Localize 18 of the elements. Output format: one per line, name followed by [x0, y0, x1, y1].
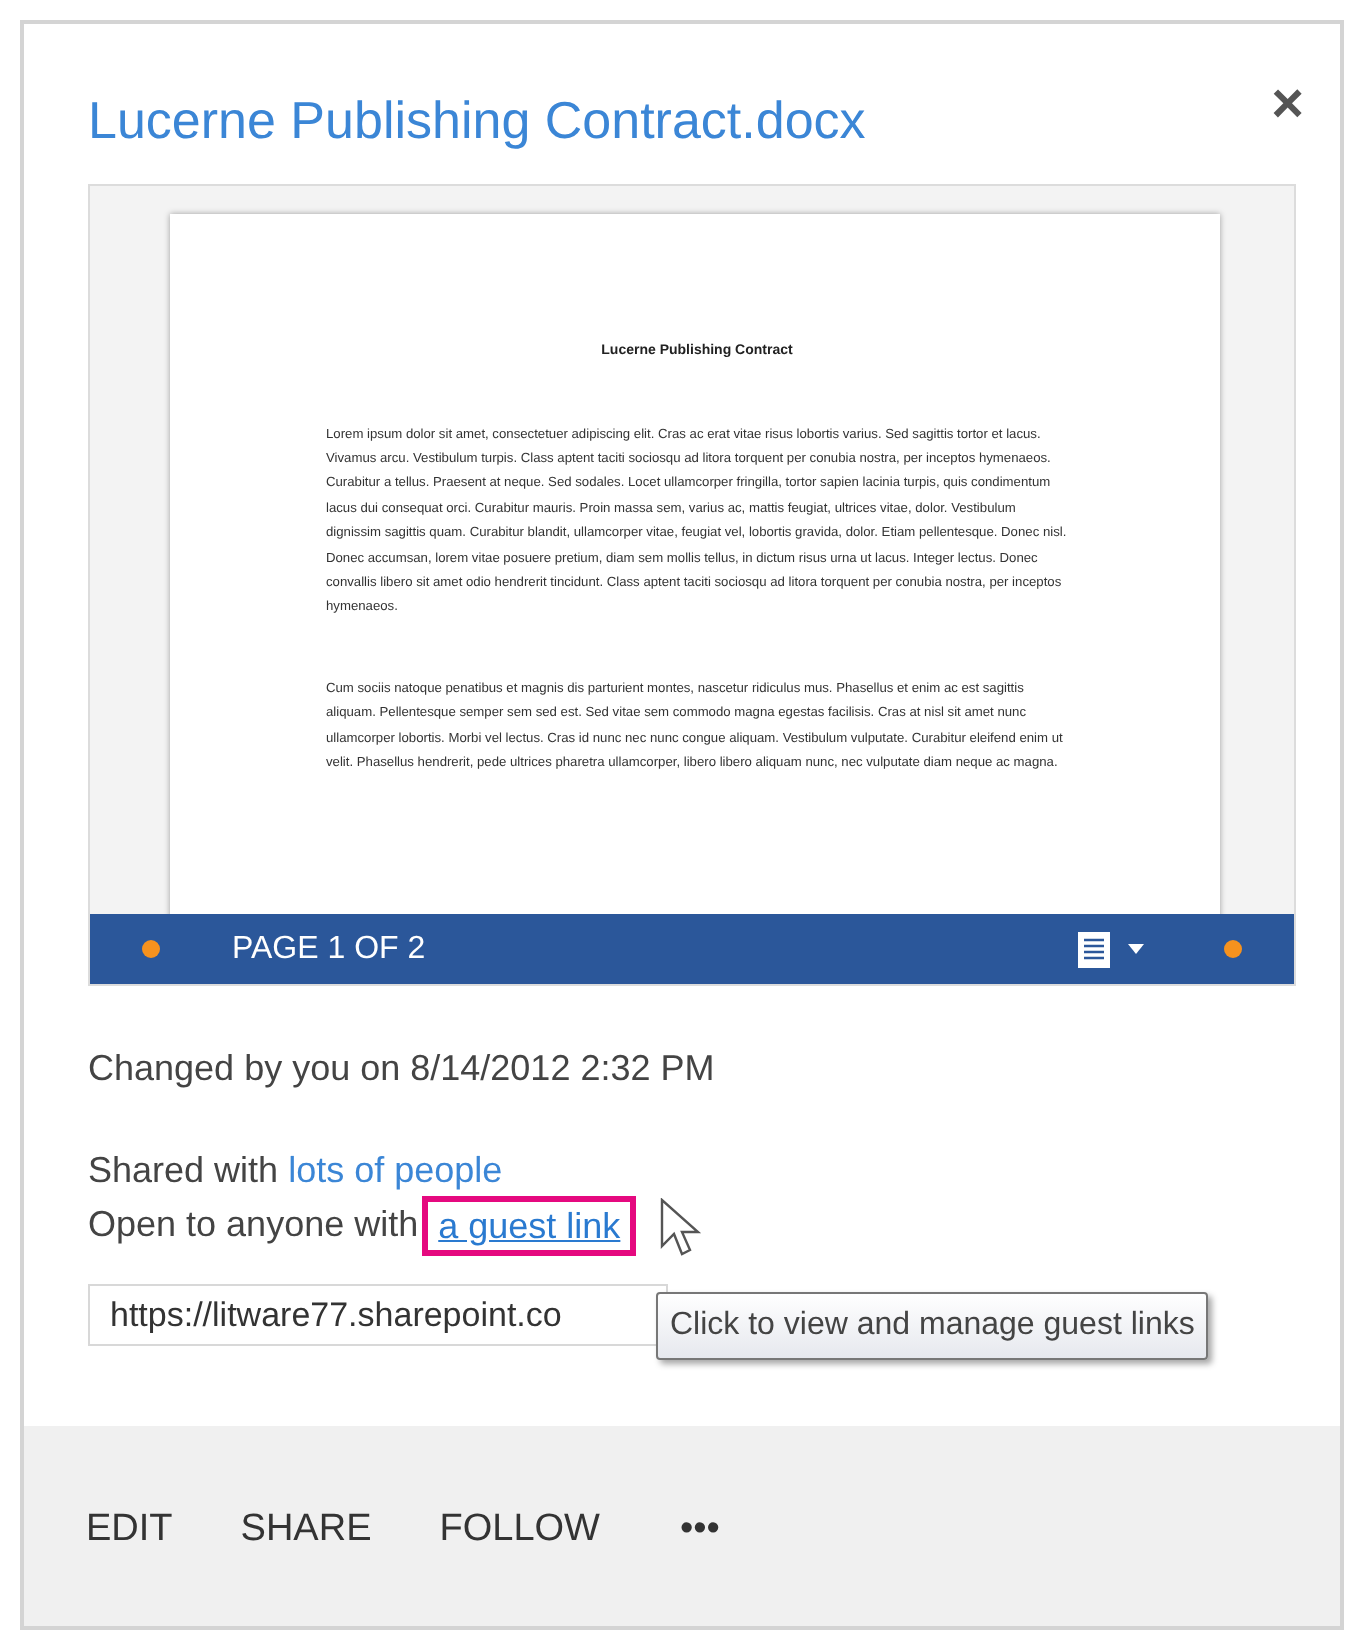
page-indicator: PAGE 1 OF 2	[232, 929, 426, 969]
access-label: Open to anyone with	[88, 1202, 419, 1248]
shared-label: Shared with	[88, 1150, 279, 1190]
view-menu-button[interactable]	[1076, 929, 1144, 969]
more-button[interactable]: •••	[679, 1501, 720, 1559]
action-button[interactable]: FOLLOW	[439, 1501, 600, 1559]
document-title[interactable]: Lucerne Publishing Contract.docx	[88, 84, 866, 156]
people-link[interactable]: lots of people	[288, 1150, 503, 1190]
document-icon	[1076, 929, 1112, 969]
caret-icon	[1128, 944, 1144, 954]
cursor-icon	[660, 1198, 704, 1258]
url-field[interactable]: https://litware77.sharepoint.co	[88, 1284, 668, 1346]
action-button[interactable]: EDIT	[86, 1501, 173, 1559]
tooltip: Click to view and manage guest links	[656, 1292, 1209, 1360]
guest-link[interactable]: a guest link	[428, 1201, 631, 1249]
close-button[interactable]: ×	[1271, 76, 1304, 132]
modified-info: Changed by you on 8/14/2012 2:32 PM	[88, 1046, 717, 1092]
action-button[interactable]: SHARE	[240, 1501, 372, 1559]
